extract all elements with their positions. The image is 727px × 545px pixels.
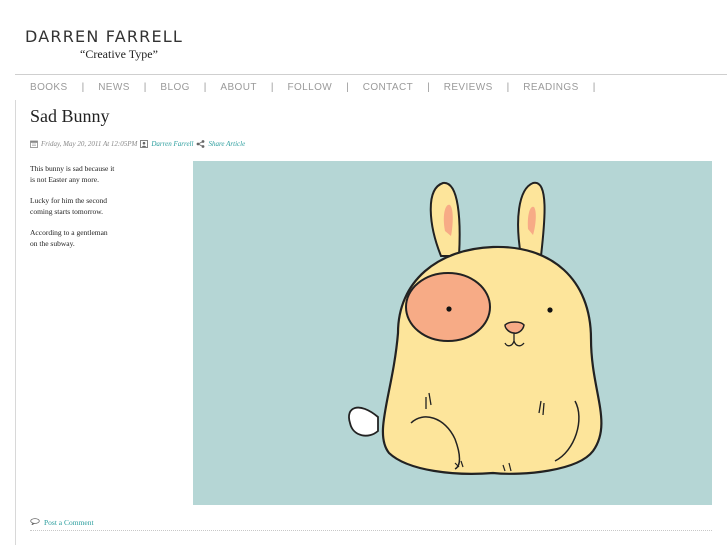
post-paragraph: This bunny is sad because it is not East…	[30, 164, 115, 184]
post-image-sad-bunny[interactable]	[193, 161, 712, 505]
nav-separator: |	[270, 81, 274, 93]
nav-item-follow[interactable]: FOLLOW	[287, 82, 332, 93]
nav-separator: |	[506, 81, 510, 93]
post-author-link[interactable]: Darren Farrell	[151, 140, 193, 148]
post-date: Friday, May 20, 2011 At 12:05PM	[41, 140, 138, 148]
comment-divider	[30, 530, 712, 531]
site-title[interactable]: DARREN FARRELL	[25, 27, 183, 46]
post-paragraph: Lucky for him the second coming starts t…	[30, 196, 108, 216]
post-title[interactable]: Sad Bunny	[30, 106, 110, 127]
person-icon	[140, 140, 149, 148]
nav-item-books[interactable]: BOOKS	[30, 82, 68, 93]
post-meta: Friday, May 20, 2011 At 12:05PM Darren F…	[30, 138, 245, 150]
post-comment-link[interactable]: Post a Comment	[30, 516, 94, 528]
nav-separator: |	[346, 81, 349, 93]
nav-separator: |	[427, 81, 430, 93]
main-nav: BOOKS | NEWS | BLOG | ABOUT | FOLLOW | C…	[30, 80, 609, 94]
nav-item-reviews[interactable]: REVIEWS	[444, 82, 493, 93]
nav-item-blog[interactable]: BLOG	[160, 82, 189, 93]
post-body: This bunny is sad because it is not East…	[30, 163, 170, 259]
nav-separator: |	[143, 81, 147, 93]
nav-separator: |	[592, 81, 596, 93]
site-tagline: “Creative Type”	[80, 47, 158, 61]
post-paragraph: According to a gentleman on the subway.	[30, 228, 108, 248]
content-left-border	[15, 100, 16, 545]
speech-bubble-icon	[30, 517, 40, 527]
nav-item-news[interactable]: NEWS	[98, 82, 130, 93]
nav-item-contact[interactable]: CONTACT	[363, 82, 413, 93]
nav-item-about[interactable]: ABOUT	[220, 82, 256, 93]
nav-separator: |	[203, 81, 207, 93]
nav-separator: |	[81, 81, 85, 93]
share-icon[interactable]	[196, 140, 205, 148]
nav-divider	[15, 74, 727, 75]
post-comment-label[interactable]: Post a Comment	[44, 518, 94, 527]
nav-item-readings[interactable]: READINGS	[523, 82, 578, 93]
calendar-icon	[30, 140, 38, 148]
share-article-link[interactable]: Share Article	[208, 140, 245, 148]
